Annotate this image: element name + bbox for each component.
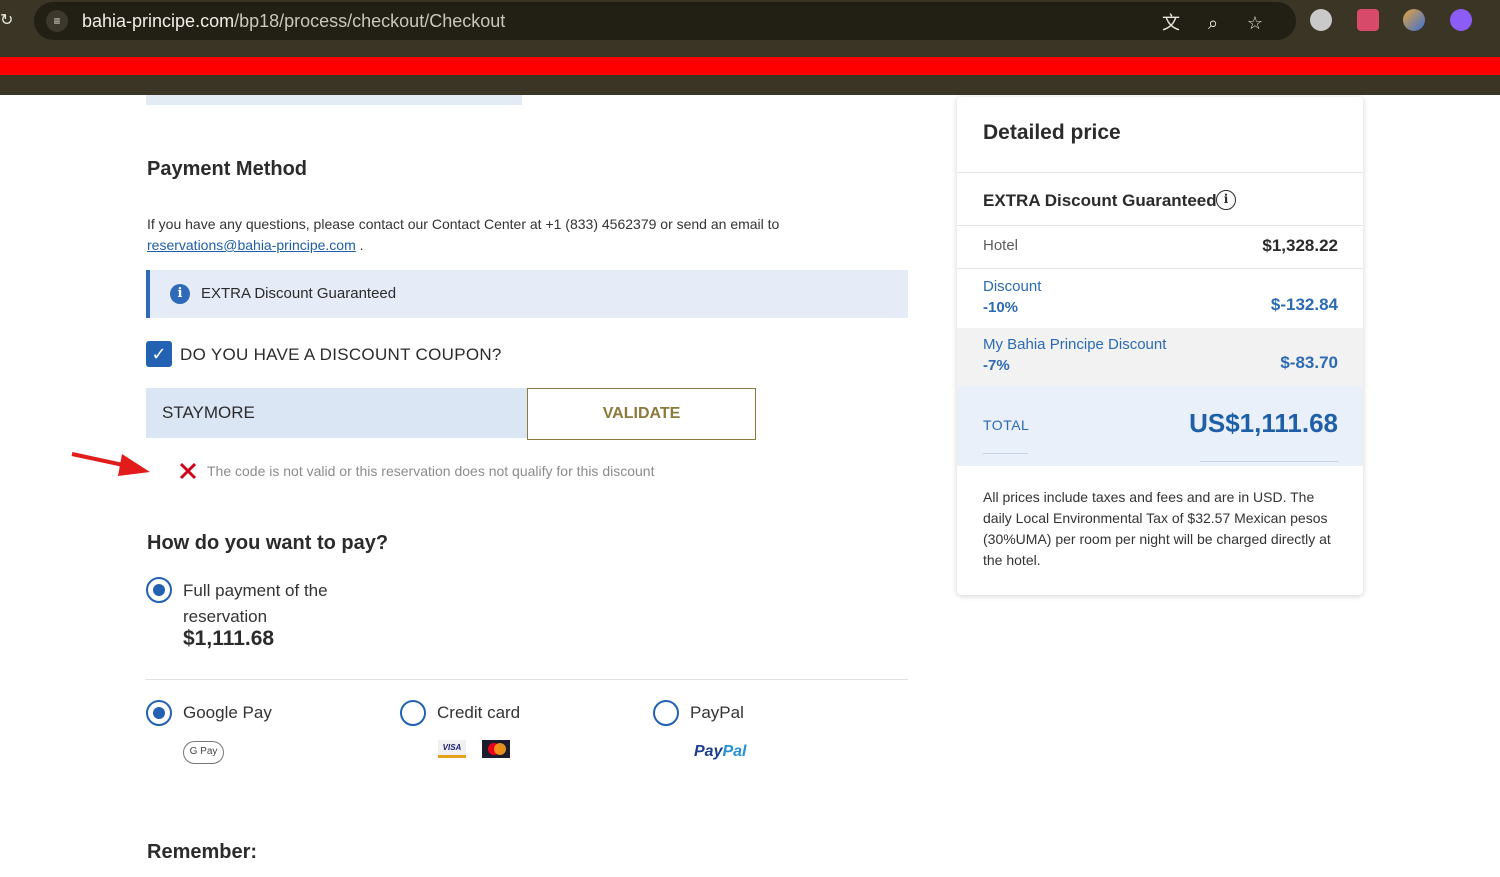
discount-coupon-label[interactable]: DO YOU HAVE A DISCOUNT COUPON? xyxy=(180,345,502,365)
divider xyxy=(957,172,1363,173)
url-text[interactable]: bahia-principe.com/bp18/process/checkout… xyxy=(82,11,505,32)
extra-discount-label: EXTRA Discount Guaranteed xyxy=(983,191,1217,210)
mybahia-discount-label: My Bahia Principe Discount -7% xyxy=(983,334,1166,376)
mybahia-discount-percent: -7% xyxy=(983,357,1010,374)
contact-suffix: . xyxy=(355,237,364,253)
annotation-arrow-icon xyxy=(71,452,150,476)
zoom-icon[interactable]: ⌕ xyxy=(1202,12,1224,34)
total-value: US$1,111.68 xyxy=(1189,408,1338,438)
url-domain: bahia-principe.com xyxy=(82,11,235,31)
how-to-pay-title: How do you want to pay? xyxy=(147,532,389,554)
discount-coupon-checkbox[interactable]: ✓ xyxy=(146,341,172,367)
contact-email-link[interactable]: reservations@bahia-principe.com xyxy=(147,237,356,253)
error-x-icon xyxy=(179,462,197,480)
address-bar[interactable]: ≡ bahia-principe.com/bp18/process/checko… xyxy=(34,2,1296,40)
divider xyxy=(146,679,908,680)
google-pay-label[interactable]: Google Pay xyxy=(183,703,272,723)
full-payment-amount: $1,111.68 xyxy=(183,627,275,650)
paypal-label[interactable]: PayPal xyxy=(690,703,744,723)
visa-logo: VISA xyxy=(438,740,466,758)
paypal-logo: PayPal xyxy=(694,743,746,761)
credit-card-radio[interactable] xyxy=(400,700,426,726)
credit-card-label[interactable]: Credit card xyxy=(437,703,520,723)
discount-percent: -10% xyxy=(983,299,1019,316)
discount-name: Discount xyxy=(983,278,1042,295)
payment-method-title: Payment Method xyxy=(147,158,308,180)
divider xyxy=(983,453,1028,454)
bookmark-star-icon[interactable]: ☆ xyxy=(1244,12,1266,34)
divider xyxy=(957,268,1363,269)
total-label: TOTAL xyxy=(983,417,1030,433)
redaction-bar xyxy=(0,57,1500,75)
paypal-logo-pay: Pay xyxy=(694,743,723,760)
divider xyxy=(1200,461,1338,462)
full-payment-radio[interactable] xyxy=(146,577,172,603)
contact-prefix: If you have any questions, please contac… xyxy=(147,216,780,232)
google-pay-radio[interactable] xyxy=(146,700,172,726)
google-pay-logo: G Pay xyxy=(183,741,224,764)
full-payment-label[interactable]: Full payment of the reservation xyxy=(183,578,373,630)
paypal-radio[interactable] xyxy=(653,700,679,726)
detailed-price-card: Detailed price EXTRA Discount Guaranteed… xyxy=(957,97,1363,595)
mybahia-discount-value: $-83.70 xyxy=(1280,353,1338,372)
site-info-icon[interactable]: ≡ xyxy=(46,10,68,32)
info-icon[interactable]: i xyxy=(1216,190,1236,210)
discount-label: Discount -10% xyxy=(983,276,1041,318)
mastercard-logo xyxy=(482,740,510,758)
discount-value: $-132.84 xyxy=(1270,295,1338,314)
previous-section-remnant xyxy=(146,95,522,105)
translate-icon[interactable]: 文 xyxy=(1160,12,1182,34)
detailed-price-title: Detailed price xyxy=(983,121,1121,144)
remember-title: Remember: xyxy=(147,841,258,863)
browser-toolbar: ↻ ≡ bahia-principe.com/bp18/process/chec… xyxy=(0,0,1500,42)
url-path: /bp18/process/checkout/Checkout xyxy=(234,11,506,31)
extension-icon-2[interactable] xyxy=(1357,9,1379,31)
validate-button[interactable]: VALIDATE xyxy=(527,388,756,440)
extension-icon-1[interactable] xyxy=(1310,9,1332,31)
reload-icon[interactable]: ↻ xyxy=(0,10,13,30)
extension-icon-3[interactable] xyxy=(1403,9,1425,31)
mybahia-discount-name: My Bahia Principe Discount xyxy=(983,336,1167,353)
divider xyxy=(957,225,1363,226)
paypal-logo-pal: Pal xyxy=(722,743,747,760)
extension-icon-4[interactable] xyxy=(1450,9,1472,31)
banner-label: EXTRA Discount Guaranteed xyxy=(201,285,397,302)
coupon-code-input[interactable] xyxy=(146,388,527,438)
price-note: All prices include taxes and fees and ar… xyxy=(983,489,1331,568)
info-icon: i xyxy=(170,284,190,304)
contact-info: If you have any questions, please contac… xyxy=(147,214,907,256)
hotel-value: $1,328.22 xyxy=(1262,236,1338,255)
coupon-error-message: The code is not valid or this reservatio… xyxy=(207,463,655,479)
hotel-label: Hotel xyxy=(983,237,1019,254)
extra-discount-banner: i EXTRA Discount Guaranteed xyxy=(146,270,908,318)
